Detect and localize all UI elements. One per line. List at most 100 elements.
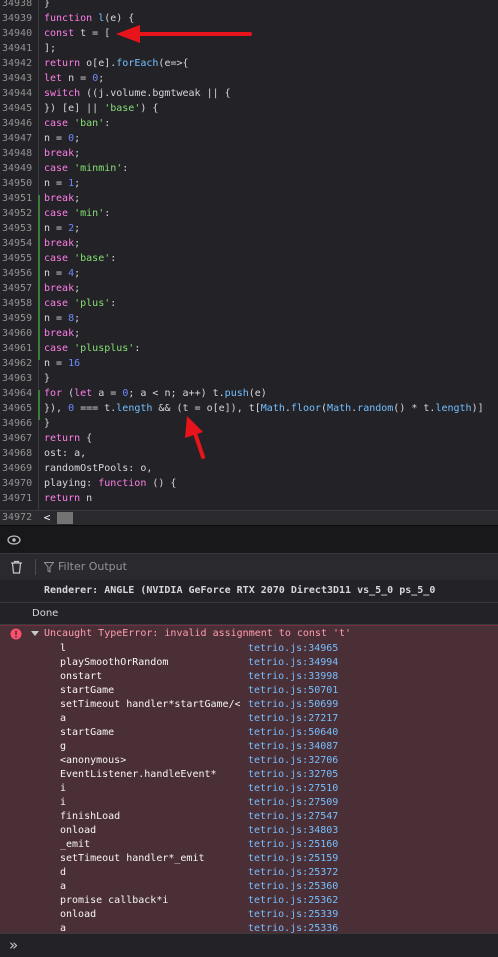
line-number[interactable]: 34960	[0, 326, 40, 341]
frame-source-link[interactable]: tetrio.js:27509	[248, 796, 338, 810]
stack-frame: setTimeout handler*_emit tetrio.js:25159	[0, 852, 498, 866]
code-editor[interactable]: 34938} 34939 function l(e) {34940 const t =…	[0, 0, 498, 510]
frame-source-link[interactable]: tetrio.js:34994	[248, 656, 338, 670]
line-number[interactable]: 34950	[0, 176, 40, 191]
line-number[interactable]: 34955	[0, 251, 40, 266]
code-text: case 'ban':	[44, 118, 111, 129]
trash-icon[interactable]	[10, 560, 23, 574]
line-number[interactable]: 34969	[0, 461, 40, 476]
frame-source-link[interactable]: tetrio.js:27510	[248, 782, 338, 796]
frame-source-link[interactable]: tetrio.js:27217	[248, 712, 338, 726]
stack-frame: _emit tetrio.js:25160	[0, 838, 498, 852]
frame-source-link[interactable]: tetrio.js:32705	[248, 768, 338, 782]
line-number[interactable]: 34947	[0, 131, 40, 146]
frame-source-link[interactable]: tetrio.js:34965	[248, 642, 338, 656]
frame-function-name: playSmoothOrRandom	[60, 657, 169, 668]
frame-source-link[interactable]: tetrio.js:50699	[248, 698, 338, 712]
line-number[interactable]: 34946	[0, 116, 40, 131]
frame-function-name: promise callback*i	[60, 895, 169, 906]
code-text: return {	[44, 433, 93, 444]
scroll-left-button[interactable]: <	[40, 512, 54, 524]
line-number[interactable]: 34957	[0, 281, 40, 296]
line-number[interactable]: 34954	[0, 236, 40, 251]
code-text: return n	[44, 493, 93, 504]
editor-horizontal-scrollbar[interactable]: 34972 <	[0, 510, 498, 525]
line-number[interactable]: 34940	[0, 26, 40, 41]
frame-source-link[interactable]: tetrio.js:25372	[248, 866, 338, 880]
line-number[interactable]: 34944	[0, 86, 40, 101]
line-number[interactable]: 34959	[0, 311, 40, 326]
stack-frame: onstart tetrio.js:33998	[0, 670, 498, 684]
console-input[interactable]: »	[0, 933, 498, 957]
stack-frame: EventListener.handleEvent* tetrio.js:3270…	[0, 768, 498, 782]
error-text: Uncaught TypeError: invalid assignment t…	[44, 628, 352, 639]
line-number[interactable]: 34953	[0, 221, 40, 236]
line-number[interactable]: 34951	[0, 191, 40, 206]
line-number[interactable]: 34966	[0, 416, 40, 431]
stack-frame: i tetrio.js:27509	[0, 796, 498, 810]
frame-source-link[interactable]: tetrio.js:25360	[248, 880, 338, 894]
code-text: }) [e] || 'base') {	[44, 103, 159, 114]
message-text: Done	[32, 608, 59, 619]
line-number[interactable]: 34963	[0, 371, 40, 386]
code-text: n = 2;	[44, 223, 81, 234]
code-text: }	[44, 418, 51, 429]
frame-function-name: setTimeout handler*startGame/<	[60, 699, 240, 710]
frame-source-link[interactable]: tetrio.js:32706	[248, 754, 338, 768]
frame-source-link[interactable]: tetrio.js:25339	[248, 908, 338, 922]
stack-frame: startGame tetrio.js:50640	[0, 726, 498, 740]
message-text: Renderer: ANGLE (NVIDIA GeForce RTX 2070…	[44, 585, 436, 596]
line-number[interactable]: 34961	[0, 341, 40, 356]
line-number[interactable]: 34945	[0, 101, 40, 116]
code-text: break;	[44, 193, 81, 204]
code-text: case 'min':	[44, 208, 111, 219]
frame-source-link[interactable]: tetrio.js:50640	[248, 726, 338, 740]
frame-source-link[interactable]: tetrio.js:27547	[248, 810, 338, 824]
error-icon	[10, 628, 22, 640]
stack-frame: startGame tetrio.js:50701	[0, 684, 498, 698]
stack-frame: l tetrio.js:34965	[0, 642, 498, 656]
frame-function-name: onload	[60, 825, 97, 836]
line-number[interactable]: 34962	[0, 356, 40, 371]
line-number[interactable]: 34967	[0, 431, 40, 446]
code-text: case 'minmin':	[44, 163, 129, 174]
frame-function-name: l	[60, 643, 67, 654]
line-number[interactable]: 34971	[0, 491, 40, 506]
stack-frame: d tetrio.js:25372	[0, 866, 498, 880]
frame-function-name: startGame	[60, 685, 115, 696]
line-number[interactable]: 34968	[0, 446, 40, 461]
line-number[interactable]: 34938	[0, 0, 40, 11]
frame-source-link[interactable]: tetrio.js:50701	[248, 684, 338, 698]
code-text: for (let a = 0; a < n; a++) t.push(e)	[44, 388, 267, 399]
line-number[interactable]: 34964	[0, 386, 40, 401]
frame-source-link[interactable]: tetrio.js:34803	[248, 824, 338, 838]
console-message-done: Done	[0, 603, 498, 625]
filter-input[interactable]: Filter Output	[58, 554, 127, 580]
stack-frame: a tetrio.js:27217	[0, 712, 498, 726]
stack-frame: setTimeout handler*startGame/< tetrio.js:…	[0, 698, 498, 712]
stack-frame: g tetrio.js:34087	[0, 740, 498, 754]
line-number: 34972	[2, 512, 33, 523]
line-number[interactable]: 34943	[0, 71, 40, 86]
code-text: case 'plusplus':	[44, 343, 141, 354]
frame-source-link[interactable]: tetrio.js:25159	[248, 852, 338, 866]
frame-source-link[interactable]: tetrio.js:34087	[248, 740, 338, 754]
line-number[interactable]: 34958	[0, 296, 40, 311]
line-number[interactable]: 34941	[0, 41, 40, 56]
line-number[interactable]: 34942	[0, 56, 40, 71]
line-number[interactable]: 34965	[0, 401, 40, 416]
drawer-toolbar	[0, 525, 498, 554]
line-number[interactable]: 34956	[0, 266, 40, 281]
frame-source-link[interactable]: tetrio.js:33998	[248, 670, 338, 684]
line-number[interactable]: 34948	[0, 146, 40, 161]
scrollbar-thumb[interactable]	[57, 512, 73, 524]
frame-source-link[interactable]: tetrio.js:25362	[248, 894, 338, 908]
frame-function-name: finishLoad	[60, 811, 121, 822]
chevron-down-icon[interactable]	[31, 631, 39, 637]
line-number[interactable]: 34949	[0, 161, 40, 176]
eye-icon[interactable]	[7, 535, 21, 545]
line-number[interactable]: 34952	[0, 206, 40, 221]
frame-source-link[interactable]: tetrio.js:25160	[248, 838, 338, 852]
line-number[interactable]: 34970	[0, 476, 40, 491]
line-number[interactable]: 34939	[0, 11, 40, 26]
